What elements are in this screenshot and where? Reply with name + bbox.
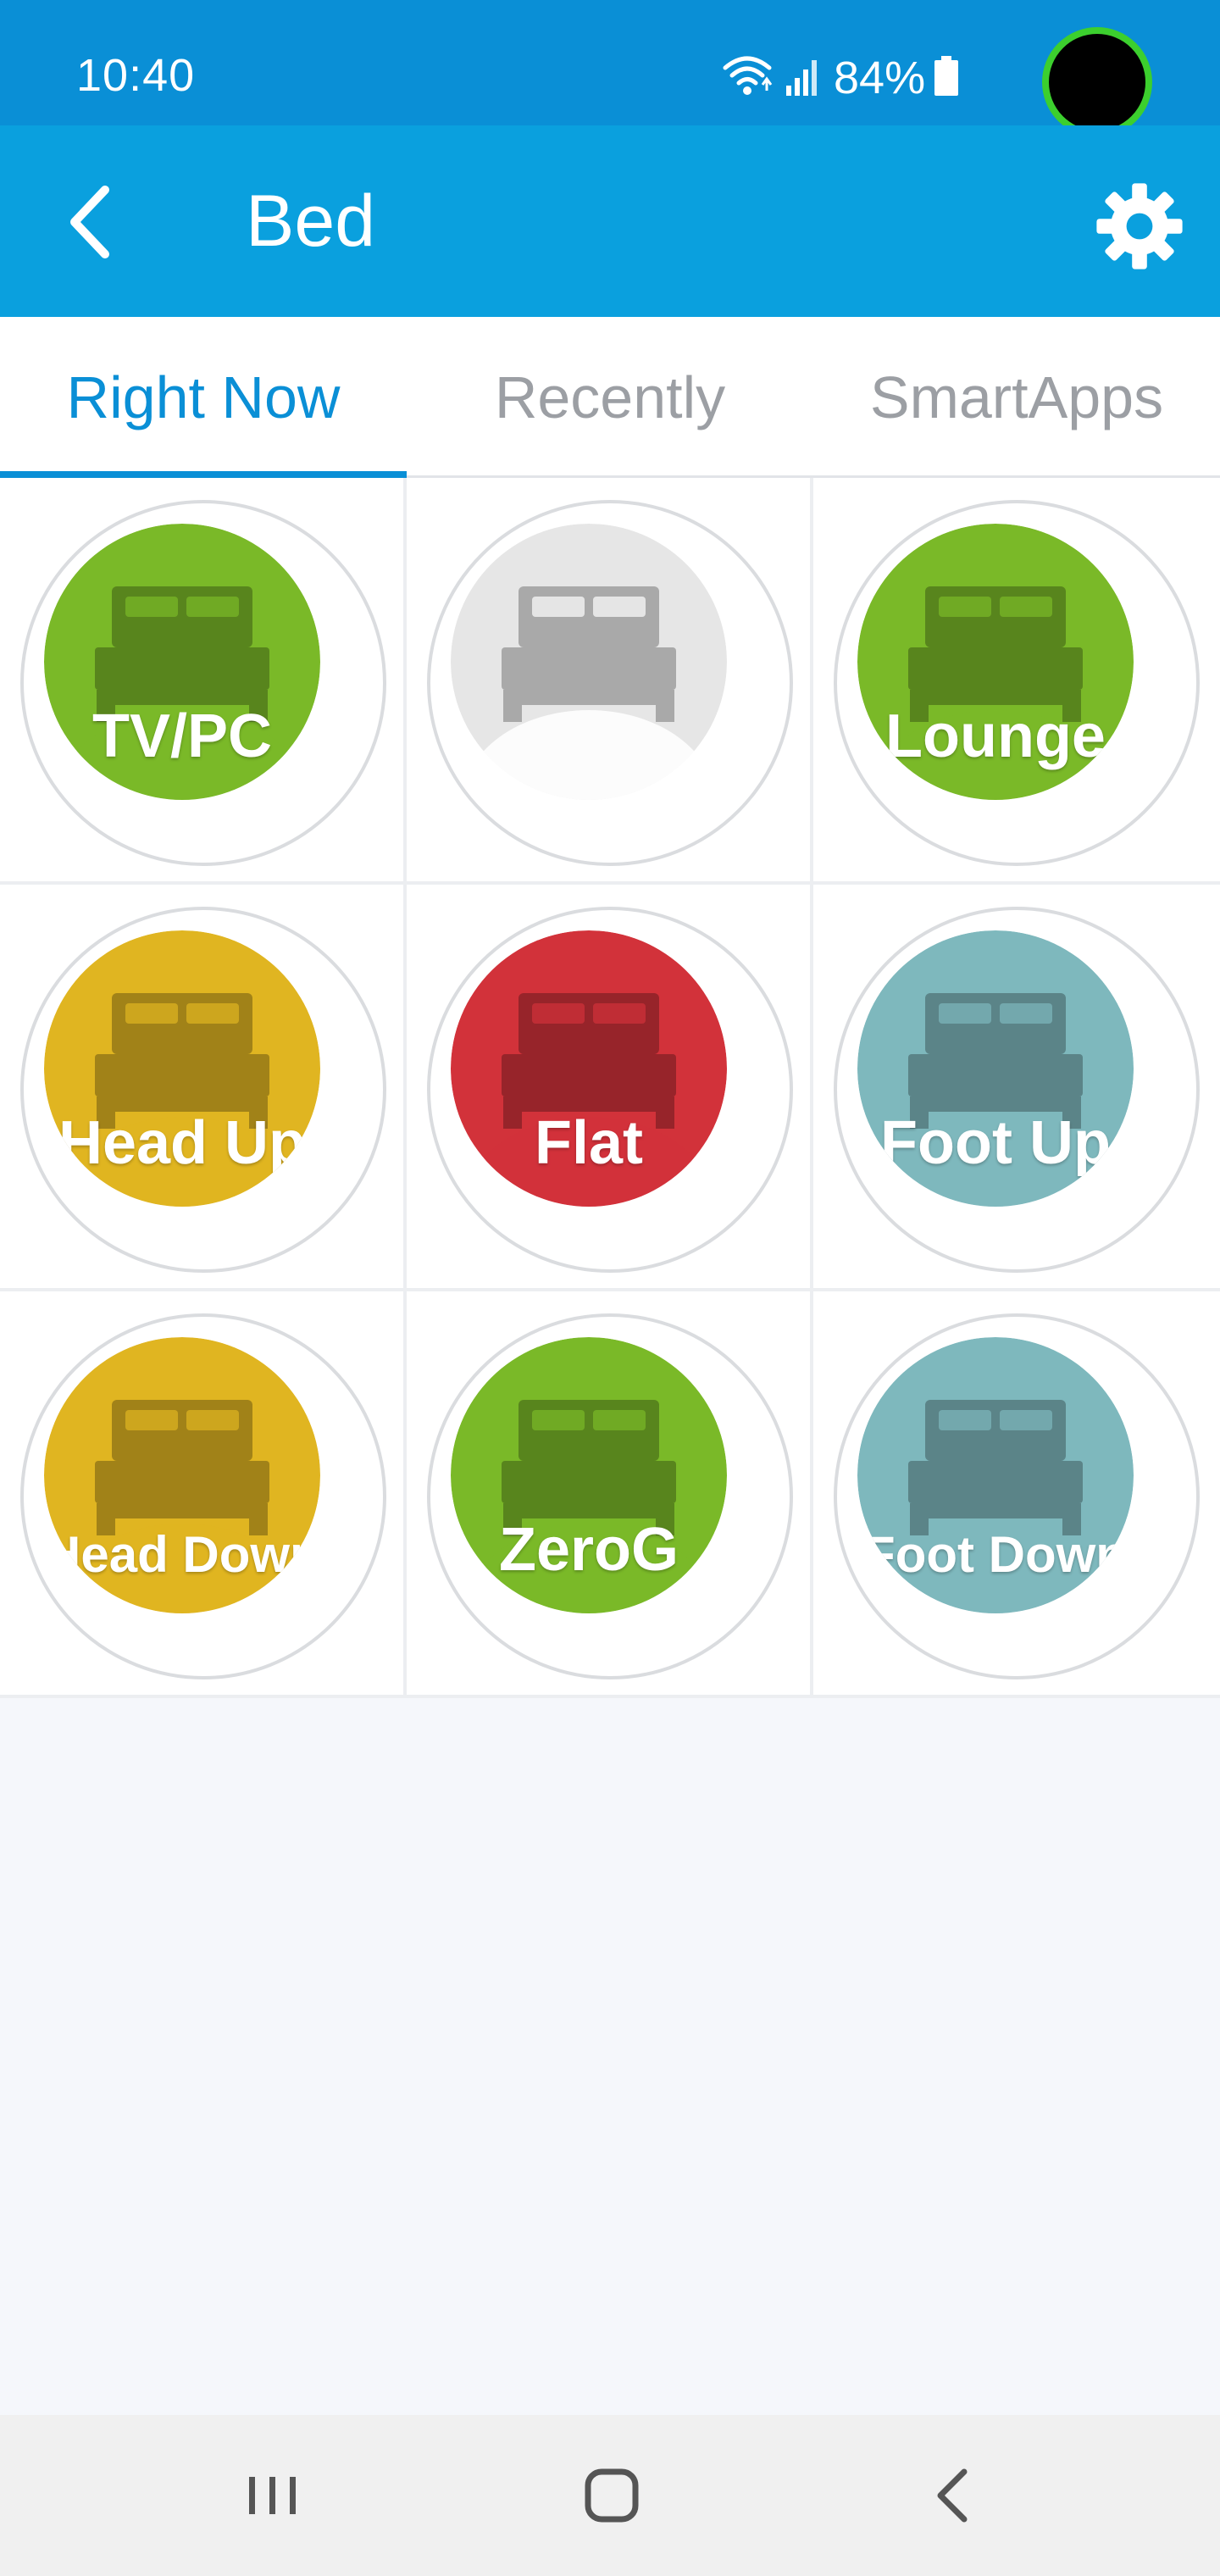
nav-back-button[interactable]	[912, 2453, 996, 2538]
tile-label: TV/PC	[92, 702, 273, 770]
tile-label: Lounge	[885, 702, 1106, 770]
scene-tile-foot-up[interactable]: Foot Up	[813, 885, 1220, 1291]
tile-label: Foot Up	[880, 1109, 1111, 1177]
tab-bar: Right Now Recently SmartApps	[0, 317, 1220, 478]
scene-tile-tv-pc[interactable]: TV/PC	[0, 478, 407, 885]
system-nav-bar	[0, 2415, 1220, 2576]
gear-icon	[1096, 183, 1183, 269]
settings-button[interactable]	[1093, 180, 1186, 273]
recents-button[interactable]	[230, 2453, 315, 2538]
battery-percent: 84%	[834, 53, 926, 103]
wifi-icon	[722, 53, 773, 104]
tab-right-now[interactable]: Right Now	[0, 317, 407, 478]
back-button[interactable]	[51, 171, 152, 273]
battery-icon	[934, 55, 959, 101]
scene-tile-flat[interactable]: Flat	[407, 885, 813, 1291]
signal-icon	[785, 55, 822, 102]
page-title: Bed	[246, 180, 376, 262]
tab-recently[interactable]: Recently	[407, 317, 813, 478]
home-button[interactable]	[569, 2453, 654, 2538]
app-bar: Bed	[0, 125, 1220, 317]
status-time: 10:40	[76, 50, 196, 101]
tab-smartapps[interactable]: SmartApps	[813, 317, 1220, 478]
tile-label: Head Up	[58, 1109, 307, 1177]
tile-label: Head Down	[44, 1526, 320, 1583]
recents-icon	[249, 2477, 296, 2514]
chevron-left-icon	[70, 186, 109, 258]
scene-tile-lounge[interactable]: Lounge	[813, 478, 1220, 885]
scene-tile-head-up[interactable]: Head Up	[0, 885, 407, 1291]
scene-tile-zerog[interactable]: ZeroG	[407, 1291, 813, 1698]
tile-label: ZeroG	[498, 1516, 679, 1584]
tile-label: Foot Down	[864, 1526, 1127, 1583]
home-icon	[585, 2468, 639, 2523]
active-tab-indicator	[0, 471, 407, 478]
back-icon	[937, 2468, 968, 2523]
scene-tile-foot-down[interactable]: Foot Down	[813, 1291, 1220, 1698]
tile-label: Flat	[534, 1109, 643, 1177]
scene-tile-head-down[interactable]: Head Down	[0, 1291, 407, 1698]
status-bar: 10:40 84%	[0, 0, 1220, 137]
scene-tile-inactive[interactable]	[407, 478, 813, 885]
camera-cutout	[1042, 27, 1152, 137]
status-indicators: 84%	[722, 47, 959, 108]
